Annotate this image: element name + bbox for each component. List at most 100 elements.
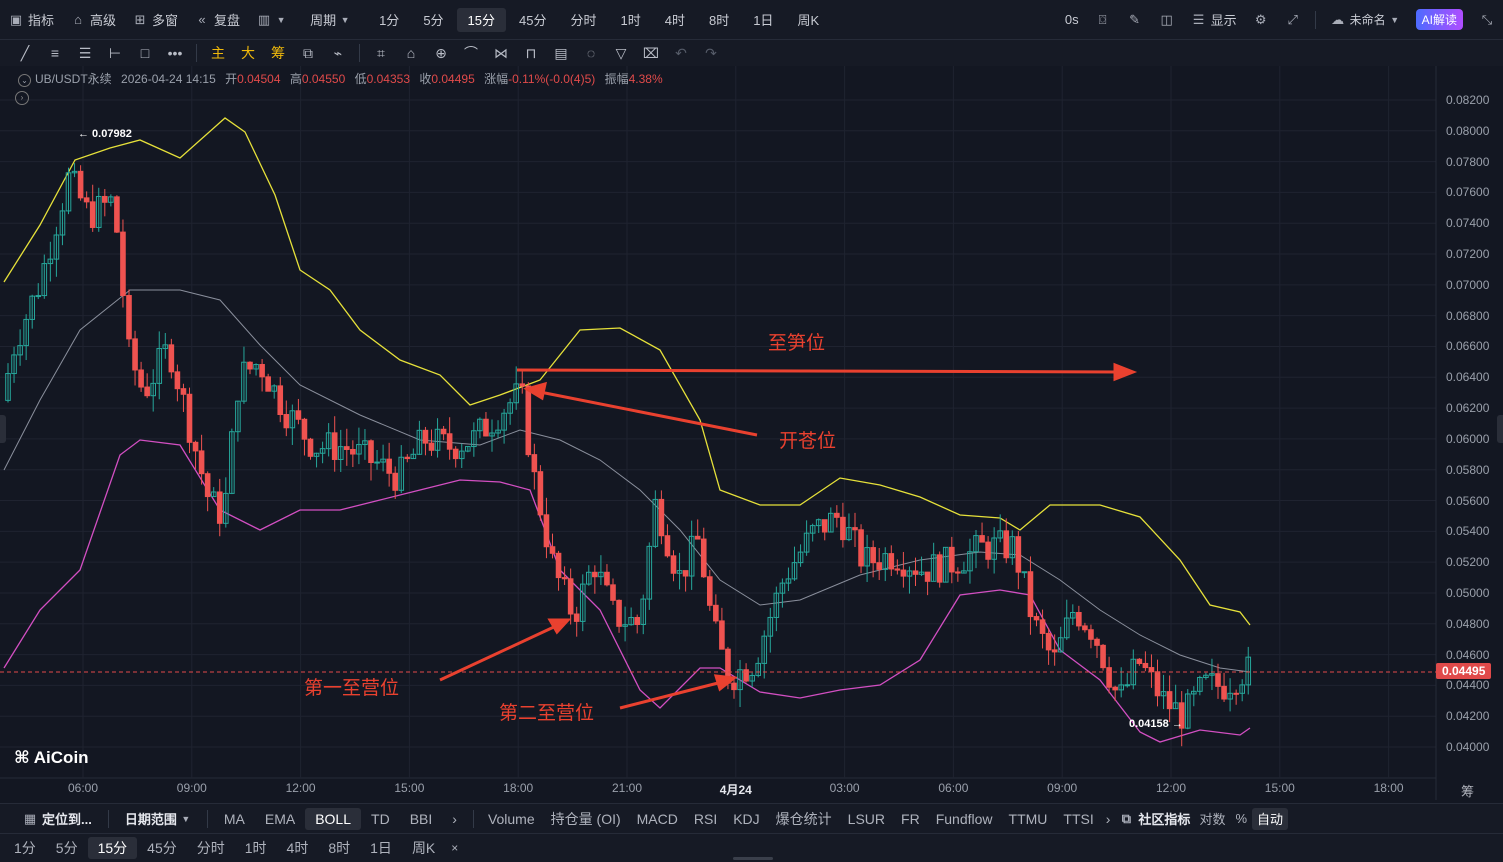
top-timeframe-tab-6[interactable]: 4时 <box>654 8 696 32</box>
settings-button[interactable]: ⚙ <box>1245 8 1277 32</box>
main-force-tool[interactable]: 主 <box>203 41 233 65</box>
magnet-tool[interactable]: ⌒ <box>456 41 486 65</box>
bottom-timeframe-tab-4[interactable]: 分时 <box>187 837 235 859</box>
top-timeframe-tab-5[interactable]: 1时 <box>610 8 652 32</box>
resize-handle[interactable] <box>733 857 773 860</box>
sub-indicator-tab-7[interactable]: FR <box>893 808 928 830</box>
zoom-tool[interactable]: ⊕ <box>426 41 456 65</box>
sub-indicator-tab-2[interactable]: MACD <box>629 808 686 830</box>
indicator-edit-tool[interactable]: ⧉ <box>293 41 323 65</box>
multi-window-button[interactable]: ⊞ 多窗 <box>124 8 186 32</box>
bottom-timeframe-tab-9[interactable]: 周K <box>402 837 445 859</box>
horizontal-ray-tool[interactable]: ⊢ <box>100 41 130 65</box>
candle-body <box>949 546 955 573</box>
brush-tool[interactable]: ⌁ <box>323 41 353 65</box>
main-indicator-tab-1[interactable]: EMA <box>255 808 305 830</box>
sub-indicator-tab-8[interactable]: Fundflow <box>928 808 1001 830</box>
pattern-tool[interactable]: ⋈ <box>486 41 516 65</box>
indicators-button[interactable]: ▣ 指标 <box>0 8 62 32</box>
account-dropdown[interactable]: ☁ 未命名 ▼ <box>1322 8 1408 32</box>
delete-tool[interactable]: ⌧ <box>636 41 666 65</box>
bottom-timeframe-tab-2[interactable]: 15分 <box>87 837 138 859</box>
lock-tool[interactable]: ⊓ <box>516 41 546 65</box>
main-indicator-tab-0[interactable]: MA <box>214 808 255 830</box>
top-timeframe-tab-7[interactable]: 8时 <box>698 8 740 32</box>
top-timeframe-tab-4[interactable]: 分时 <box>559 8 607 32</box>
parallel-line-tool[interactable]: ≡ <box>40 41 70 65</box>
top-timeframe-tab-9[interactable]: 周K <box>786 8 830 32</box>
advanced-button[interactable]: ⌂ 高级 <box>62 8 124 32</box>
sub-indicator-tab-0[interactable]: Volume <box>480 808 543 830</box>
trend-line-tool[interactable]: ╱ <box>10 41 40 65</box>
bottom-timeframe-tab-5[interactable]: 1时 <box>235 837 277 859</box>
layout-button[interactable]: ◫ <box>1151 8 1183 32</box>
sub-indicator-tab-4[interactable]: KDJ <box>725 808 767 830</box>
bottom-timeframe-tab-3[interactable]: 45分 <box>137 837 187 859</box>
main-indicator-tab-4[interactable]: BBI <box>400 808 443 830</box>
candle-body <box>428 442 435 451</box>
bottom-timeframe-tab-8[interactable]: 1日 <box>360 837 402 859</box>
redo-button[interactable]: ↷ <box>696 41 726 65</box>
main-indicator-tab-3[interactable]: TD <box>361 808 400 830</box>
auto-scale-button[interactable]: 自动 <box>1252 807 1289 830</box>
sub-indicator-tab-10[interactable]: TTSI <box>1055 808 1101 830</box>
horizontal-lines-tool[interactable]: ☰ <box>70 41 100 65</box>
collapse-info-icon[interactable]: ⌄ <box>18 74 31 87</box>
chip-tool[interactable]: 筹 <box>263 41 293 65</box>
candle-body <box>1021 571 1028 574</box>
hide-tool[interactable]: ◌ <box>576 41 606 65</box>
expand-indicators-icon[interactable]: › <box>15 91 29 105</box>
sub-indicator-tab-5[interactable]: 爆仓统计 <box>768 808 840 830</box>
first-target-label: 第一至营位 <box>304 678 400 699</box>
replay-button[interactable]: «复盘 <box>186 8 248 32</box>
crop-tool[interactable]: ⌗ <box>366 41 396 65</box>
sub-indicator-tab-1[interactable]: 持仓量 (OI) <box>543 808 629 830</box>
chart-type-button[interactable]: ▥ ▼ <box>248 8 294 32</box>
ai-interpret-button[interactable]: AI解读 <box>1415 9 1463 30</box>
date-range-dropdown[interactable]: 日期范围 ▼ <box>115 808 201 830</box>
fullscreen-button[interactable]: ⤢ <box>1277 8 1309 32</box>
log-scale-button[interactable]: 对数 <box>1194 808 1230 830</box>
chip-distribution-toggle[interactable]: 筹 <box>1461 781 1474 800</box>
ruler-tool[interactable]: ⌂ <box>396 41 426 65</box>
rectangle-tool[interactable]: □ <box>130 41 160 65</box>
template-tool[interactable]: ▤ <box>546 41 576 65</box>
price-tick: 0.06200 <box>1446 401 1490 416</box>
bottom-timeframe-tabs: 1分 5分 15分 45分 分时 1时 4时 8时 1日 周K <box>4 837 445 859</box>
collapse-button[interactable]: ⤡ <box>1471 8 1503 32</box>
close-timeframe-bar-button[interactable]: × <box>445 837 464 859</box>
screenshot-button[interactable]: ⌼ <box>1087 8 1119 32</box>
locate-button[interactable]: ▦ 定位到... <box>12 808 102 830</box>
right-panel-handle[interactable] <box>1497 415 1503 443</box>
display-button[interactable]: ☰ 显示 <box>1183 8 1245 32</box>
top-timeframe-tab-1[interactable]: 5分 <box>412 8 454 32</box>
main-indicator-tab-2[interactable]: BOLL <box>305 807 362 830</box>
sub-indicator-more[interactable]: › <box>1102 808 1115 830</box>
price-tick: 0.05400 <box>1446 524 1490 539</box>
top-timeframe-tab-2[interactable]: 15分 <box>456 7 507 32</box>
bottom-timeframe-tab-7[interactable]: 8时 <box>318 837 360 859</box>
period-dropdown[interactable]: 周期 ▼ <box>302 8 358 32</box>
left-panel-handle[interactable] <box>0 415 6 443</box>
sub-indicator-tab-6[interactable]: LSUR <box>840 808 893 830</box>
main-indicator-more[interactable]: › <box>442 808 467 830</box>
sub-indicator-tab-9[interactable]: TTMU <box>1001 808 1056 830</box>
ai-button-wrap[interactable]: AI解读 <box>1408 8 1471 32</box>
drawing-toolbar: ╱ ≡ ☰ ⊢ □ ••• 主 大 筹 ⧉ ⌁ ⌗ ⌂ ⊕ ⌒ ⋈ ⊓ ▤ ◌ … <box>0 40 1503 66</box>
top-timeframe-tab-8[interactable]: 1日 <box>742 8 784 32</box>
top-timeframe-tab-0[interactable]: 1分 <box>368 8 410 32</box>
filter-tool[interactable]: ▽ <box>606 41 636 65</box>
top-timeframe-tab-3[interactable]: 45分 <box>508 8 557 32</box>
bottom-timeframe-tab-0[interactable]: 1分 <box>4 837 46 859</box>
big-order-tool[interactable]: 大 <box>233 41 263 65</box>
community-indicators-button[interactable]: ⧉ 社区指标 <box>1114 808 1194 830</box>
percent-scale-button[interactable]: % <box>1230 808 1252 830</box>
sub-indicator-tab-3[interactable]: RSI <box>686 808 725 830</box>
bottom-timeframe-tab-1[interactable]: 5分 <box>46 837 88 859</box>
bottom-timeframe-tab-6[interactable]: 4时 <box>277 837 319 859</box>
countdown: 0s <box>1064 12 1079 27</box>
price-chart[interactable]: ← 0.07982 0.04158 → <box>0 66 1503 800</box>
more-tools[interactable]: ••• <box>160 41 190 65</box>
undo-button[interactable]: ↶ <box>666 41 696 65</box>
draw-toggle-button[interactable]: ✎ <box>1119 8 1151 32</box>
